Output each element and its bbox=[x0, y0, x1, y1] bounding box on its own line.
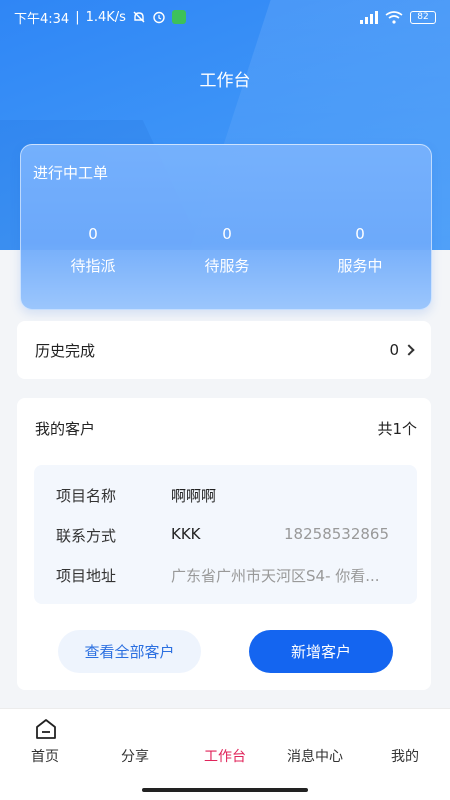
my-customers-card: 我的客户 共1个 项目名称 啊啊啊 联系方式 KKK 18258532865 项… bbox=[17, 398, 431, 690]
status-divider: | bbox=[75, 9, 80, 25]
customer-contact: KKK bbox=[171, 525, 201, 543]
tab-home[interactable]: 首页 bbox=[0, 709, 90, 779]
gesture-bar bbox=[142, 788, 308, 792]
stat-label: 待指派 bbox=[70, 257, 116, 275]
home-icon bbox=[36, 719, 56, 739]
customer-name: 啊啊啊 bbox=[171, 487, 217, 505]
customers-title: 我的客户 bbox=[35, 420, 96, 438]
stat-pending-assign[interactable]: 0 待指派 bbox=[23, 225, 163, 276]
field-label: 项目地址 bbox=[56, 567, 117, 585]
customer-phone: 18258532865 bbox=[284, 525, 389, 543]
tab-mine[interactable]: 我的 bbox=[360, 709, 450, 779]
tab-messages[interactable]: 消息中心 bbox=[270, 709, 360, 779]
page-title: 工作台 bbox=[199, 71, 251, 91]
field-label: 联系方式 bbox=[56, 527, 117, 545]
tab-label: 首页 bbox=[31, 749, 59, 765]
tab-workbench[interactable]: 工作台 bbox=[180, 709, 270, 779]
tab-label: 消息中心 bbox=[287, 749, 343, 765]
stat-label: 服务中 bbox=[337, 257, 383, 275]
customers-count: 共1个 bbox=[377, 420, 417, 438]
customer-address-row: 项目地址 广东省广州市天河区S4- 你看... bbox=[56, 565, 389, 586]
customer-contact-row: 联系方式 KKK 18258532865 bbox=[56, 525, 389, 546]
chevron-right-icon bbox=[403, 344, 415, 356]
alarm-icon bbox=[153, 11, 165, 24]
battery-icon: 82 bbox=[410, 10, 436, 24]
status-speed: 1.4K/s bbox=[85, 9, 126, 25]
history-completed-row[interactable]: 历史完成 0 bbox=[17, 321, 431, 379]
status-time: 下午4:34 bbox=[14, 11, 70, 27]
wifi-icon bbox=[385, 10, 403, 24]
stat-value: 0 bbox=[355, 225, 365, 243]
in-progress-orders-card: 进行中工单 0 待指派 0 待服务 0 服务中 bbox=[20, 144, 432, 310]
history-count-wrapper: 0 bbox=[389, 341, 415, 359]
in-progress-title: 进行中工单 bbox=[33, 164, 109, 182]
mute-icon bbox=[133, 11, 145, 23]
tab-label: 工作台 bbox=[204, 749, 246, 765]
tab-label: 我的 bbox=[391, 749, 419, 765]
field-label: 项目名称 bbox=[56, 487, 117, 505]
customer-name-row: 项目名称 啊啊啊 bbox=[56, 485, 389, 506]
customer-item[interactable]: 项目名称 啊啊啊 联系方式 KKK 18258532865 项目地址 广东省广州… bbox=[34, 465, 417, 604]
tab-share[interactable]: 分享 bbox=[90, 709, 180, 779]
stat-value: 0 bbox=[222, 225, 232, 243]
add-customer-button[interactable]: 新增客户 bbox=[249, 630, 393, 673]
history-label: 历史完成 bbox=[35, 341, 96, 360]
tab-label: 分享 bbox=[121, 749, 149, 765]
status-bar: 下午4:34 | 1.4K/s 82 bbox=[0, 0, 450, 34]
stat-in-service[interactable]: 0 服务中 bbox=[290, 225, 430, 276]
stat-label: 待服务 bbox=[204, 257, 250, 275]
stat-value: 0 bbox=[88, 225, 98, 243]
customer-address: 广东省广州市天河区S4- 你看... bbox=[171, 567, 380, 585]
customers-header: 我的客户 共1个 bbox=[35, 418, 417, 439]
history-count: 0 bbox=[389, 341, 399, 359]
view-all-customers-button[interactable]: 查看全部客户 bbox=[58, 630, 201, 673]
wechat-icon bbox=[171, 10, 186, 24]
signal-icon bbox=[360, 10, 378, 24]
stat-pending-service[interactable]: 0 待服务 bbox=[157, 225, 297, 276]
bottom-tab-bar: 首页 分享 工作台 消息中心 我的 bbox=[0, 708, 450, 800]
